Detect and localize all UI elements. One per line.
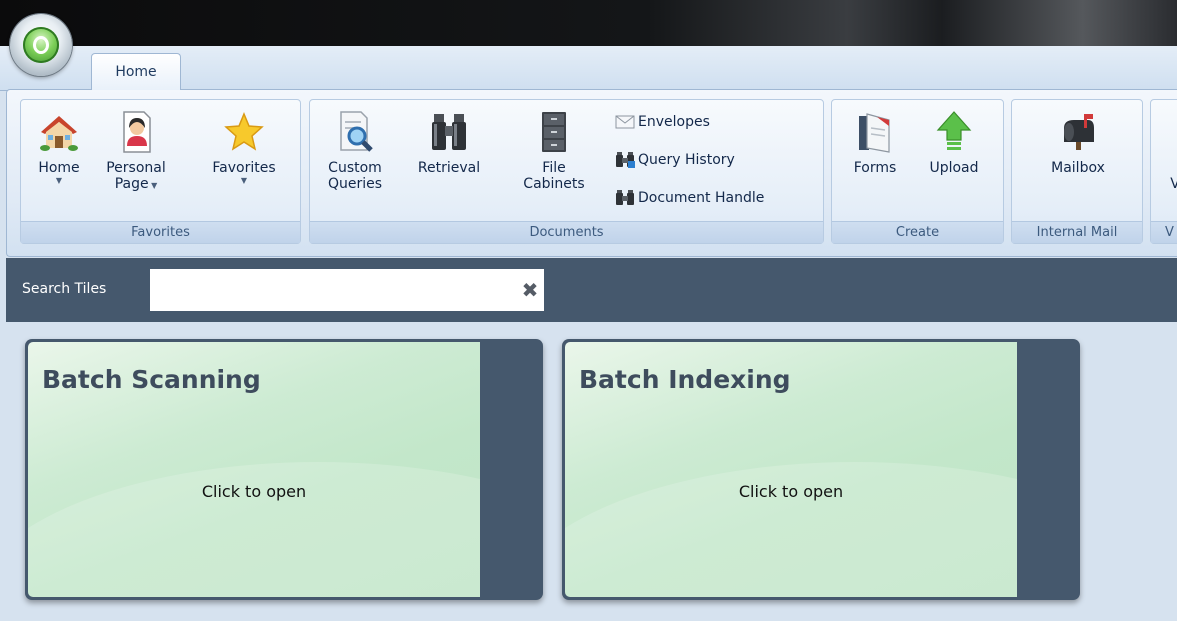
home-button-label: Home (38, 160, 80, 176)
tile-batch-scanning[interactable]: Batch Scanning Click to open (25, 339, 543, 600)
tile-open-text: Click to open (738, 482, 844, 501)
binoculars-small-icon (616, 152, 635, 168)
personal-page-label-line2: Page (114, 176, 149, 192)
chevron-down-icon: ▼ (55, 176, 63, 185)
personal-page-label-line1: Personal (106, 160, 166, 176)
app-logo-icon (23, 27, 59, 63)
close-icon[interactable]: ✖ (520, 279, 540, 301)
star-icon (224, 112, 264, 151)
forms-button[interactable]: Forms (842, 110, 908, 176)
binoculars-small-icon (616, 190, 634, 205)
chevron-down-icon: ▼ (148, 181, 158, 190)
group-label-documents: Documents (310, 221, 823, 243)
envelopes-button[interactable]: Envelopes (614, 112, 710, 132)
retrieval-button-label: Retrieval (417, 160, 481, 176)
favorites-button[interactable]: Favorites ▼ (201, 110, 287, 186)
tile-title: Batch Indexing (579, 365, 791, 394)
envelope-icon (615, 115, 635, 129)
custom-queries-button[interactable]: Custom Queries (320, 110, 390, 192)
house-icon (40, 116, 78, 151)
group-internal-mail: Mailbox Internal Mail (1011, 99, 1143, 244)
group-documents: Custom Queries Retrieval File Cabinets E… (309, 99, 824, 244)
document-handle-button[interactable]: Document Handle (614, 188, 764, 208)
file-cabinet-icon (542, 112, 566, 152)
favorites-button-label: Favorites (212, 160, 276, 176)
upload-button[interactable]: Upload (918, 110, 990, 176)
file-cabinets-label-line2: Cabinets (523, 176, 585, 192)
query-history-label: Query History (638, 152, 735, 168)
application-orb-button[interactable] (10, 14, 72, 76)
document-handle-label: Document Handle (638, 190, 765, 206)
mailbox-button[interactable]: Mailbox (1032, 110, 1124, 176)
group-label-cut-off: V (1151, 221, 1177, 243)
envelopes-label: Envelopes (638, 114, 710, 130)
tile-face: Batch Indexing Click to open (565, 342, 1017, 597)
custom-queries-label-line2: Queries (327, 176, 383, 192)
forms-button-label: Forms (853, 160, 897, 176)
tab-home[interactable]: Home (91, 53, 181, 90)
search-tiles-input[interactable] (150, 269, 544, 311)
personal-page-button[interactable]: Personal Page ▼ (101, 110, 171, 194)
upload-button-label: Upload (929, 160, 979, 176)
home-button[interactable]: Home ▼ (29, 110, 89, 186)
binoculars-icon (432, 114, 466, 150)
group-cut-off: V V (1150, 99, 1177, 244)
group-create: Forms Upload Create (831, 99, 1004, 244)
upload-arrow-icon (936, 111, 972, 150)
tile-batch-indexing[interactable]: Batch Indexing Click to open (562, 339, 1080, 600)
group-label-favorites: Favorites (21, 221, 300, 243)
group-label-create: Create (832, 221, 1003, 243)
chevron-down-icon: ▼ (240, 176, 248, 185)
forms-icon (859, 113, 890, 153)
mailbox-button-label: Mailbox (1051, 160, 1105, 176)
tile-face: Batch Scanning Click to open (28, 342, 480, 597)
search-tiles-label: Search Tiles (22, 281, 107, 297)
group-favorites: Home ▼ Personal Page ▼ Favorites ▼ Favor… (20, 99, 301, 244)
tile-title: Batch Scanning (42, 365, 261, 394)
magnifier-document-icon (340, 111, 373, 152)
custom-queries-label-line1: Custom (328, 160, 382, 176)
file-cabinets-label-line1: File (542, 160, 566, 176)
person-page-icon (123, 111, 151, 153)
query-history-button[interactable]: Query History (614, 150, 735, 170)
tile-open-text: Click to open (201, 482, 307, 501)
file-cabinets-button[interactable]: File Cabinets (516, 110, 592, 192)
cut-off-button[interactable]: V (1165, 176, 1177, 192)
group-label-internal-mail: Internal Mail (1012, 221, 1142, 243)
mailbox-icon (1064, 114, 1094, 150)
retrieval-button[interactable]: Retrieval (408, 110, 490, 176)
title-bar (0, 0, 1177, 46)
